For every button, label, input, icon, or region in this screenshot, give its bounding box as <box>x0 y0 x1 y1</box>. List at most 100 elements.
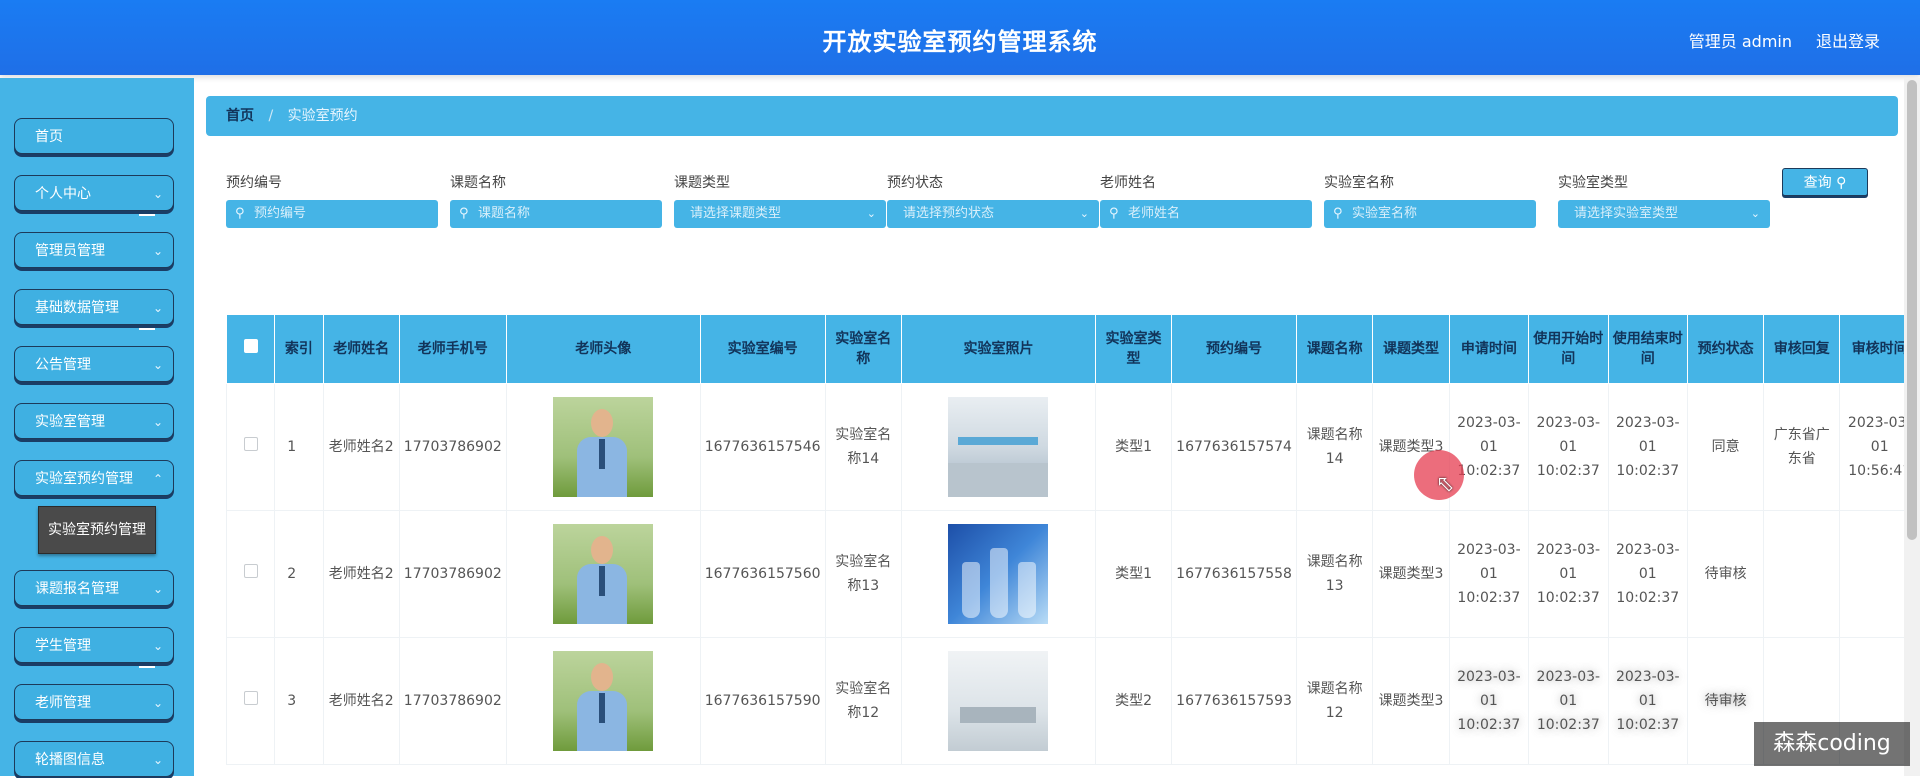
row-checkbox[interactable] <box>243 691 258 705</box>
sidebar-item-label: 基础数据管理 <box>35 300 119 316</box>
select-all-checkbox[interactable] <box>243 339 258 353</box>
submenu-item-lab-booking[interactable]: 实验室预约管理 <box>38 506 156 554</box>
filter-label-teacher-name: 老师姓名 <box>1100 175 1156 191</box>
teacher-avatar-image[interactable] <box>553 524 654 624</box>
topic-name-input[interactable]: ⚲ 课题名称 <box>450 200 662 228</box>
row-select-cell[interactable] <box>225 383 276 511</box>
cell-lab-no: 1677636157546 <box>699 383 826 511</box>
search-button-label: 查询 <box>1803 175 1832 191</box>
column-header: 预约编号 <box>1171 314 1297 384</box>
table-row[interactable]: 2 老师姓名2 17703786902 1677636157560 实验室名称1… <box>225 510 1920 638</box>
filter-label-topic-type: 课题类型 <box>674 175 730 191</box>
lab-photo-image[interactable] <box>948 651 1049 751</box>
cell-lab-name: 实验室名称13 <box>824 510 903 638</box>
column-header: 实验室照片 <box>901 314 1096 384</box>
user-label[interactable]: 管理员 admin <box>1689 28 1792 52</box>
lab-photo-detail <box>948 463 1049 497</box>
sidebar-item-home[interactable]: 首页 <box>14 118 174 154</box>
select-placeholder: 请选择预约状态 <box>903 206 995 221</box>
chevron-down-icon: ⌄ <box>152 244 163 258</box>
select-placeholder: 请选择实验室类型 <box>1574 206 1679 221</box>
cell-lab-type: 类型1 <box>1094 383 1173 511</box>
cell-status: 待审核 <box>1686 637 1765 765</box>
cell-teacher-phone: 17703786902 <box>398 637 507 765</box>
cell-topic-type: 课题类型3 <box>1372 637 1450 765</box>
column-header: 索引 <box>274 314 324 384</box>
cell-apply-time: 2023-03-01 10:02:37 <box>1448 510 1530 638</box>
avatar-head-shape <box>591 663 614 691</box>
booking-table: 索引 老师姓名 老师手机号 老师头像 实验室编号 实验室名称 实验室照片 实验室… <box>225 314 1920 765</box>
cell-end-time: 2023-03-01 10:02:37 <box>1607 637 1688 765</box>
breadcrumb-home[interactable]: 首页 <box>226 108 254 124</box>
avatar-tie-shape <box>599 693 606 723</box>
row-checkbox[interactable] <box>243 564 258 578</box>
filter-label-booking-status: 预约状态 <box>887 175 943 191</box>
sidebar-item-carousel[interactable]: 轮播图信息 ⌄ <box>14 741 174 777</box>
table-row[interactable]: 1 老师姓名2 17703786902 1677636157546 实验室名称1… <box>225 383 1920 511</box>
column-header: 课题名称 <box>1295 314 1374 384</box>
search-button[interactable]: 查询 ⚲ <box>1782 168 1868 196</box>
lab-photo-image[interactable] <box>948 397 1049 497</box>
sidebar-item-profile[interactable]: 个人中心 ⌄ <box>14 175 174 216</box>
cell-teacher-name: 老师姓名2 <box>322 510 400 638</box>
column-header: 使用结束时间 <box>1607 314 1688 384</box>
cell-lab-type: 类型1 <box>1094 510 1173 638</box>
teacher-name-input[interactable]: ⚲ 老师姓名 <box>1100 200 1312 228</box>
sidebar-item-topic[interactable]: 课题报名管理 ⌄ <box>14 570 174 606</box>
booking-status-select[interactable]: 请选择预约状态 ⌄ <box>887 200 1099 228</box>
logout-link[interactable]: 退出登录 <box>1816 28 1880 52</box>
cell-teacher-avatar <box>505 383 701 511</box>
scrollbar-thumb[interactable] <box>1907 80 1917 540</box>
sidebar-item-label: 首页 <box>35 129 63 145</box>
sidebar-item-label: 实验室管理 <box>35 414 105 430</box>
cell-end-time: 2023-03-01 10:02:37 <box>1607 383 1688 511</box>
teacher-avatar-image[interactable] <box>553 397 654 497</box>
cell-lab-name: 实验室名称12 <box>824 637 903 765</box>
column-header: 老师头像 <box>505 314 701 384</box>
sidebar-item-admin[interactable]: 管理员管理 ⌄ <box>14 232 174 268</box>
sidebar-item-basic-data[interactable]: 基础数据管理 ⌄ <box>14 289 174 330</box>
row-checkbox[interactable] <box>243 437 258 451</box>
cell-index: 2 <box>274 510 324 638</box>
search-icon: ⚲ <box>1109 206 1119 221</box>
cell-teacher-name: 老师姓名2 <box>322 637 400 765</box>
topic-type-select[interactable]: 请选择课题类型 ⌄ <box>674 200 886 228</box>
select-all-cell[interactable] <box>225 314 276 384</box>
chevron-down-icon: ⌄ <box>152 696 163 710</box>
table-row[interactable]: 3 老师姓名2 17703786902 1677636157590 实验室名称1… <box>225 637 1920 765</box>
cell-lab-photo <box>901 383 1096 511</box>
cell-lab-photo <box>901 637 1096 765</box>
cell-start-time: 2023-03-01 10:02:37 <box>1528 510 1609 638</box>
cell-topic-type: 课题类型3 <box>1372 510 1450 638</box>
cell-start-time: 2023-03-01 10:02:37 <box>1528 637 1609 765</box>
teacher-avatar-image[interactable] <box>553 651 654 751</box>
booking-no-input[interactable]: ⚲ 预约编号 <box>226 200 438 228</box>
search-icon: ⚲ <box>1836 175 1847 191</box>
row-select-cell[interactable] <box>225 637 276 765</box>
lab-type-select[interactable]: 请选择实验室类型 ⌄ <box>1558 200 1770 228</box>
cell-status: 同意 <box>1686 383 1765 511</box>
cell-apply-time: 2023-03-01 10:02:37 <box>1448 383 1530 511</box>
input-placeholder: 课题名称 <box>478 206 531 221</box>
chevron-up-icon: ⌃ <box>152 472 163 486</box>
sidebar-item-label: 个人中心 <box>35 186 91 202</box>
underline-mark <box>139 666 155 668</box>
lab-photo-image[interactable] <box>948 524 1049 624</box>
cell-booking-no: 1677636157593 <box>1171 637 1297 765</box>
sidebar-item-teacher[interactable]: 老师管理 ⌄ <box>14 684 174 720</box>
cell-topic-name: 课题名称12 <box>1295 637 1374 765</box>
sidebar-item-student[interactable]: 学生管理 ⌄ <box>14 627 174 668</box>
cell-booking-no: 1677636157574 <box>1171 383 1297 511</box>
column-header: 实验室名称 <box>824 314 903 384</box>
chevron-down-icon: ⌄ <box>1750 207 1760 220</box>
sidebar-item-lab[interactable]: 实验室管理 ⌄ <box>14 403 174 439</box>
breadcrumb: 首页 / 实验室预约 <box>206 96 1898 136</box>
sidebar-item-label: 学生管理 <box>35 638 91 654</box>
column-header: 课题类型 <box>1372 314 1450 384</box>
lab-name-input[interactable]: ⚲ 实验室名称 <box>1324 200 1536 228</box>
sidebar-item-lab-booking[interactable]: 实验室预约管理 ⌃ <box>14 460 174 496</box>
sidebar-item-notice[interactable]: 公告管理 ⌄ <box>14 346 174 382</box>
avatar-head-shape <box>591 536 614 564</box>
cell-teacher-avatar <box>505 510 701 638</box>
row-select-cell[interactable] <box>225 510 276 638</box>
